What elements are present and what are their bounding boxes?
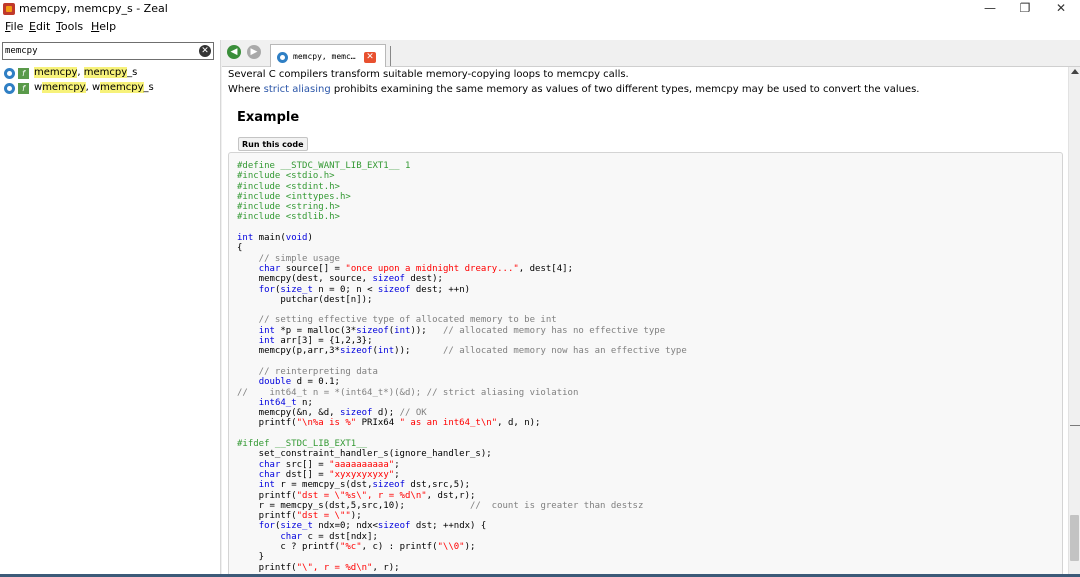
result-label: wmemcpy, wmemcpy_s xyxy=(34,82,154,93)
code-example-block: #define __STDC_WANT_LIB_EXT1__ 1 #include… xyxy=(228,152,1063,577)
search-results-list: f memcpy, memcpy_s f wmemcpy, wmemcpy_s xyxy=(0,66,220,96)
code-line: int main(void) xyxy=(237,233,313,244)
code-line: for(size_t ndx=0; ndx<sizeof dst; ++ndx)… xyxy=(258,521,487,532)
function-type-icon: f xyxy=(18,68,29,79)
code-line: for(size_t n = 0; n < sizeof dest; ++n) xyxy=(258,284,471,295)
new-tab-divider xyxy=(390,46,391,66)
menu-file[interactable]: File xyxy=(5,20,23,33)
search-box: ✕ xyxy=(2,42,214,60)
code-line: memcpy(p,arr,3*sizeof(int)); // allocate… xyxy=(237,346,687,357)
menu-edit[interactable]: Edit xyxy=(29,20,50,33)
scroll-up-arrow-icon[interactable] xyxy=(1071,69,1079,74)
code-line: memcpy(&n, &d, sizeof d); // OK xyxy=(237,408,427,419)
code-line: } xyxy=(237,552,265,563)
code-line: char source[] = "once upon a midnight dr… xyxy=(258,263,573,274)
example-heading: Example xyxy=(237,110,300,125)
tab-label: memcpy, memc… xyxy=(293,52,356,61)
maximize-button[interactable]: ❐ xyxy=(1008,0,1042,18)
code-line: #include <stdio.h> xyxy=(237,171,335,182)
strict-aliasing-link[interactable]: strict aliasing xyxy=(264,84,331,95)
scroll-track-marker xyxy=(1070,425,1080,426)
code-line: r = memcpy_s(dst,5,src,10); // count is … xyxy=(237,500,644,511)
code-line: int64_t n; xyxy=(258,397,313,408)
code-line: char src[] = "aaaaaaaaaa"; xyxy=(258,459,400,470)
forward-arrow-icon[interactable]: ▶ xyxy=(247,45,261,59)
code-lines: #define __STDC_WANT_LIB_EXT1__ 1 #include… xyxy=(237,161,687,573)
tab-toolbar: ◀ ▶ memcpy, memc… ✕ xyxy=(222,40,1080,68)
close-window-button[interactable]: ✕ xyxy=(1044,0,1078,18)
c-docset-icon xyxy=(4,68,15,79)
code-line: // int64_t n = *(int64_t*)(&d); // stric… xyxy=(237,387,579,398)
code-line: int *p = malloc(3*sizeof(int)); // alloc… xyxy=(258,325,666,336)
code-line: printf("dst = \"%s\", r = %d\n", dst,r); xyxy=(237,490,476,501)
code-line: #include <stdlib.h> xyxy=(237,212,340,223)
result-item[interactable]: f memcpy, memcpy_s xyxy=(0,66,220,81)
paragraph-strict-aliasing: Where strict aliasing prohibits examinin… xyxy=(228,84,920,95)
code-line: set_constraint_handler_s(ignore_handler_… xyxy=(237,449,492,460)
paragraph-memcpy-loops: Several C compilers transform suitable m… xyxy=(228,69,629,80)
vertical-scrollbar[interactable] xyxy=(1068,67,1080,577)
tab-memcpy[interactable]: memcpy, memc… ✕ xyxy=(270,44,386,68)
clear-search-icon[interactable]: ✕ xyxy=(199,45,211,57)
code-line: // simple usage xyxy=(237,253,340,264)
back-arrow-icon[interactable]: ◀ xyxy=(227,45,241,59)
code-line: { xyxy=(237,243,243,254)
doc-content: Several C compilers transform suitable m… xyxy=(222,67,1068,577)
code-line: printf("dst = \""); xyxy=(237,511,362,522)
code-line: double d = 0.1; xyxy=(258,377,340,388)
code-line: // setting effective type of allocated m… xyxy=(237,315,557,326)
title-bar: memcpy, memcpy_s - Zeal — ❐ ✕ xyxy=(0,0,1080,18)
code-line: printf("\n%a is %" PRIx64 " as an int64_… xyxy=(237,418,541,429)
c-docset-icon xyxy=(277,52,288,63)
function-type-icon: f xyxy=(18,83,29,94)
window-title: memcpy, memcpy_s - Zeal xyxy=(19,2,168,15)
menu-bar: File Edit Tools Help xyxy=(0,18,1080,36)
zeal-app-icon xyxy=(3,3,15,15)
code-line: putchar(dest[n]); xyxy=(237,294,373,305)
code-line: #include <stdint.h> xyxy=(237,181,340,192)
code-line: int r = memcpy_s(dst,sizeof dst,src,5); xyxy=(258,480,471,491)
run-this-code-button[interactable]: Run this code xyxy=(238,137,308,151)
code-line: int arr[3] = {1,2,3}; xyxy=(258,336,373,347)
code-line: memcpy(dest, source, sizeof dest); xyxy=(237,274,443,285)
code-line: char dst[] = "xyxyxyxyxy"; xyxy=(258,469,400,480)
code-line: char c = dst[ndx]; xyxy=(280,531,378,542)
scrollbar-thumb[interactable] xyxy=(1070,515,1079,561)
close-tab-icon[interactable]: ✕ xyxy=(364,52,376,63)
result-item[interactable]: f wmemcpy, wmemcpy_s xyxy=(0,81,220,96)
search-input[interactable] xyxy=(5,44,193,58)
code-line: #define __STDC_WANT_LIB_EXT1__ 1 xyxy=(237,161,411,171)
menu-tools[interactable]: Tools xyxy=(56,20,83,33)
code-line: #include <inttypes.h> xyxy=(237,191,351,202)
code-line: #include <string.h> xyxy=(237,202,340,213)
code-line: c ? printf("%c", c) : printf("\\0"); xyxy=(237,541,476,552)
c-docset-icon xyxy=(4,83,15,94)
result-label: memcpy, memcpy_s xyxy=(34,67,138,78)
code-line: #ifdef __STDC_LIB_EXT1__ xyxy=(237,439,368,450)
menu-help[interactable]: Help xyxy=(91,20,116,33)
code-line: // reinterpreting data xyxy=(237,366,378,377)
minimize-button[interactable]: — xyxy=(973,0,1007,18)
code-line: printf("\", r = %d\n", r); xyxy=(237,562,400,573)
